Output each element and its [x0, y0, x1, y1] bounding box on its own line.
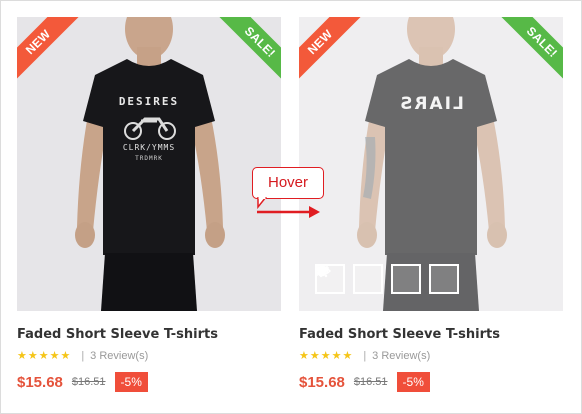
rating-separator: | — [363, 349, 367, 362]
rating-stars: ★★★★★ — [17, 350, 72, 362]
hover-callout: Hover — [252, 167, 324, 199]
arrow-right-icon — [257, 206, 320, 218]
current-price: $15.68 — [299, 373, 345, 391]
review-count[interactable]: 3 Review(s) — [90, 350, 148, 362]
product-title[interactable]: Faded Short Sleeve T-shirts — [299, 327, 563, 342]
rating-row: ★★★★★ | 3 Review(s) — [17, 349, 281, 363]
shirt-print-bottom: CLRK/YMMS — [123, 143, 175, 152]
rating-row: ★★★★★ | 3 Review(s) — [299, 349, 563, 363]
old-price: $16.51 — [71, 376, 106, 388]
current-price: $15.68 — [17, 373, 63, 391]
quick-actions — [315, 264, 459, 294]
rating-separator: | — [81, 349, 85, 362]
new-badge: NEW — [299, 17, 361, 79]
new-badge: NEW — [17, 17, 79, 79]
product-card-default[interactable]: DESIRES CLRK/YMMS TRDMRK NEW SALE! Faded… — [17, 17, 281, 392]
new-badge-label: NEW — [299, 17, 361, 79]
rating-stars: ★★★★★ — [299, 350, 354, 362]
review-count[interactable]: 3 Review(s) — [372, 350, 430, 362]
product-image[interactable]: LIARS NEW SALE! — [299, 17, 563, 311]
product-title[interactable]: Faded Short Sleeve T-shirts — [17, 327, 281, 342]
product-image[interactable]: DESIRES CLRK/YMMS TRDMRK NEW SALE! — [17, 17, 281, 311]
sale-badge-label: SALE! — [219, 17, 281, 79]
product-card-hover[interactable]: LIARS NEW SALE! Faded Short Sleeve T-shi… — [299, 17, 563, 392]
sale-badge: SALE! — [219, 17, 281, 79]
new-badge-label: NEW — [17, 17, 79, 79]
old-price: $16.51 — [353, 376, 388, 388]
eye-icon — [315, 266, 331, 276]
discount-badge: -5% — [114, 372, 148, 392]
price-row: $15.68 $16.51 -5% — [299, 372, 563, 392]
discount-badge: -5% — [396, 372, 430, 392]
wishlist-button[interactable] — [316, 264, 383, 294]
shirt-print-small: TRDMRK — [135, 155, 163, 162]
price-row: $15.68 $16.51 -5% — [17, 372, 281, 392]
shirt-print-top: DESIRES — [119, 95, 179, 108]
sale-badge-label: SALE! — [501, 17, 563, 79]
sale-badge: SALE! — [501, 17, 563, 79]
showcase-frame: DESIRES CLRK/YMMS TRDMRK NEW SALE! Faded… — [0, 0, 582, 414]
quick-view-button[interactable] — [315, 264, 459, 294]
compare-button[interactable] — [316, 264, 421, 294]
